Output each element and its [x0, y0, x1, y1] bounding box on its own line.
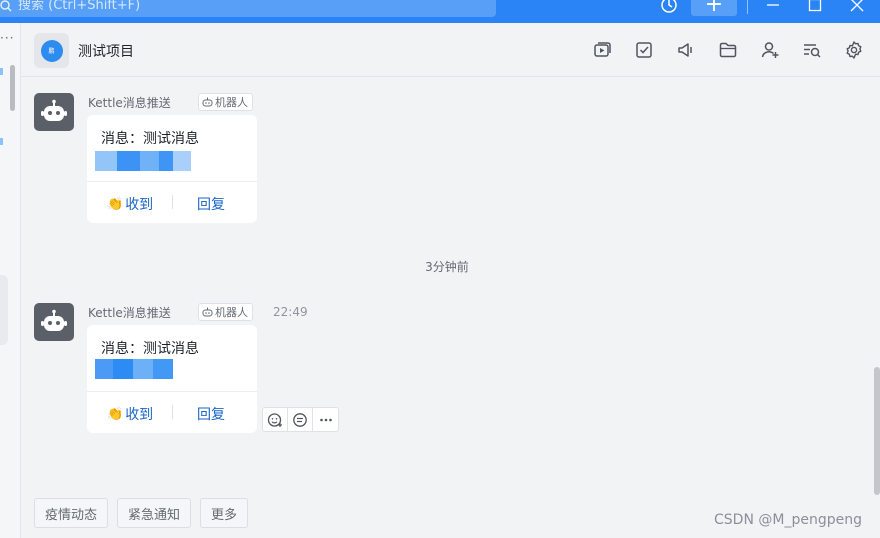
robot-icon	[41, 309, 67, 331]
more-quick-replies-button[interactable]: 更多	[200, 498, 249, 528]
sender-name[interactable]: Kettle消息推送	[88, 304, 171, 321]
ack-label: 收到	[125, 407, 154, 423]
screen-share-icon[interactable]	[591, 39, 613, 61]
robot-tag-label: 机器人	[215, 306, 248, 319]
add-member-icon[interactable]	[759, 39, 781, 61]
reply-label: 回复	[197, 197, 225, 213]
close-button[interactable]	[848, 0, 866, 16]
title-bar: 搜索 (Ctrl+Shift+F) +	[0, 0, 880, 23]
bot-avatar[interactable]	[34, 303, 74, 341]
more-icon[interactable]	[313, 408, 338, 431]
sender-name[interactable]: Kettle消息推送	[88, 94, 171, 111]
search-history-icon[interactable]	[801, 39, 823, 61]
chat-title[interactable]: 测试项目	[78, 41, 134, 61]
add-emoji-icon[interactable]	[263, 408, 288, 431]
folder-icon[interactable]	[717, 39, 739, 61]
unread-indicator	[0, 138, 3, 145]
robot-tag-icon	[202, 307, 213, 317]
reply-label: 回复	[197, 407, 225, 423]
group-avatar-badge: 鹏	[40, 39, 63, 62]
clock-history-icon	[661, 0, 677, 13]
clap-icon: 👏	[107, 196, 124, 212]
ack-label: 收到	[125, 197, 154, 213]
quick-reply-button[interactable]: 紧急通知	[117, 498, 192, 528]
close-icon	[850, 0, 864, 12]
maximize-icon	[808, 0, 822, 12]
message-card: 消息：测试消息 👏 收到 回复	[87, 325, 257, 433]
conversation-list-edge: ···	[0, 23, 21, 538]
redacted-content	[95, 151, 193, 171]
reply-button[interactable]: 回复	[197, 194, 225, 214]
reply-button[interactable]: 回复	[197, 404, 225, 424]
chat-header: 鹏 测试项目	[21, 23, 880, 77]
robot-tag: 机器人	[198, 303, 253, 321]
conversation-list-scrollbar[interactable]	[10, 65, 15, 111]
action-separator	[172, 405, 173, 419]
robot-tag-icon	[202, 97, 213, 107]
add-button[interactable]: +	[691, 0, 737, 16]
watermark: CSDN @M_pengpeng	[714, 512, 862, 528]
plus-icon: +	[704, 0, 724, 17]
robot-icon	[41, 99, 67, 121]
maximize-button[interactable]	[806, 0, 824, 16]
quick-reply-bar: 疫情动态 紧急通知 更多	[34, 498, 249, 528]
message-hover-toolbar	[262, 407, 339, 432]
search-placeholder: 搜索 (Ctrl+Shift+F)	[18, 0, 141, 13]
robot-tag: 机器人	[198, 93, 253, 111]
history-button[interactable]	[658, 0, 680, 16]
more-dots-icon[interactable]: ···	[0, 31, 14, 45]
ack-button[interactable]: 👏 收到	[107, 404, 153, 424]
bot-avatar[interactable]	[34, 93, 74, 131]
ack-button[interactable]: 👏 收到	[107, 194, 153, 214]
quick-reply-button[interactable]: 疫情动态	[34, 498, 109, 528]
unread-indicator	[0, 68, 3, 75]
action-separator	[172, 195, 173, 209]
announcement-icon[interactable]	[675, 39, 697, 61]
card-divider	[87, 181, 257, 182]
message-text: 消息：测试消息	[101, 341, 199, 357]
minimize-icon	[767, 4, 779, 6]
time-divider: 3分钟前	[425, 260, 469, 274]
message-time: 22:49	[273, 305, 308, 319]
chat-scrollbar[interactable]	[874, 367, 880, 495]
minimize-button[interactable]	[765, 0, 781, 16]
reply-thread-icon[interactable]	[288, 408, 313, 431]
message-card: 消息：测试消息 👏 收到 回复	[87, 115, 257, 223]
message-text: 消息：测试消息	[101, 131, 199, 147]
clap-icon: 👏	[107, 406, 124, 422]
conversation-list-tab[interactable]	[0, 275, 8, 345]
redacted-content	[95, 359, 193, 379]
group-avatar[interactable]: 鹏	[34, 33, 69, 68]
global-search-input[interactable]: 搜索 (Ctrl+Shift+F)	[0, 0, 496, 17]
robot-tag-label: 机器人	[215, 96, 248, 109]
card-divider	[87, 391, 257, 392]
titlebar-divider	[747, 0, 748, 14]
search-icon	[0, 0, 12, 11]
settings-icon[interactable]	[843, 39, 865, 61]
task-check-icon[interactable]	[633, 39, 655, 61]
